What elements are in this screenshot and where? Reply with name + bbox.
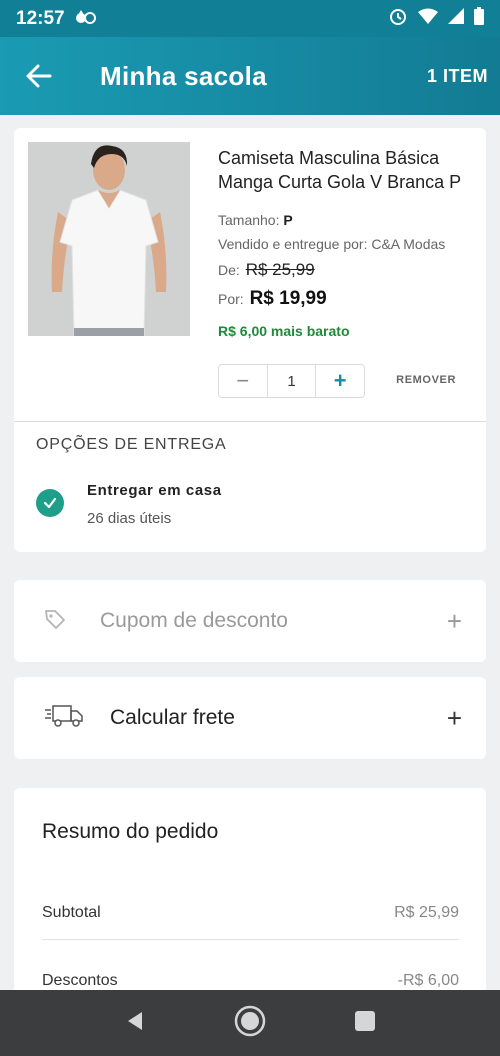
shipping-row[interactable]: Calcular frete + <box>14 677 486 759</box>
summary-label: Subtotal <box>42 904 101 921</box>
alarm-icon <box>388 6 408 31</box>
delivery-option-time: 26 dias úteis <box>87 510 172 527</box>
quantity-stepper: − 1 + <box>218 364 365 398</box>
old-price-value: R$ 25,99 <box>245 260 315 279</box>
remove-button[interactable]: REMOVER <box>396 374 456 386</box>
tag-icon <box>44 608 66 635</box>
saving-text: R$ 6,00 mais barato <box>218 323 350 339</box>
truck-icon <box>44 703 84 734</box>
wifi-icon <box>418 8 438 29</box>
nav-home-icon[interactable] <box>234 1005 266 1042</box>
app-header: Minha sacola 1 ITEM <box>0 37 500 115</box>
old-price-label: De: <box>218 262 240 278</box>
nav-back-icon[interactable] <box>124 1010 146 1037</box>
status-bar: 12:57 <box>0 0 500 37</box>
product-image[interactable] <box>28 142 190 336</box>
notification-icon <box>75 8 97 29</box>
coupon-row[interactable]: Cupom de desconto + <box>14 580 486 662</box>
decrease-quantity-button[interactable]: − <box>219 365 268 397</box>
divider <box>14 421 486 422</box>
shipping-label: Calcular frete <box>110 706 235 729</box>
increase-quantity-button[interactable]: + <box>316 365 364 397</box>
delivery-option-name[interactable]: Entregar em casa <box>87 482 222 499</box>
size-label: Tamanho: <box>218 212 280 228</box>
new-price: Por: R$ 19,99 <box>218 288 327 310</box>
calculate-shipping-icon[interactable]: + <box>447 703 462 734</box>
seller-info: Vendido e entregue por: C&A Modas <box>218 236 446 252</box>
size-line: Tamanho: P <box>218 212 293 228</box>
check-circle-icon[interactable] <box>36 489 64 517</box>
product-card: Camiseta Masculina Básica Manga Curta Go… <box>14 128 486 552</box>
quantity-value[interactable]: 1 <box>268 365 317 397</box>
status-time: 12:57 <box>16 7 65 29</box>
back-arrow-icon[interactable] <box>24 61 54 91</box>
order-summary: Resumo do pedido Subtotal R$ 25,99 Desco… <box>14 788 486 1008</box>
system-nav-bar <box>0 990 500 1056</box>
delivery-section-title: OPÇÕES DE ENTREGA <box>36 436 227 453</box>
summary-row: Descontos -R$ 6,00 <box>42 972 459 990</box>
summary-value: -R$ 6,00 <box>397 972 459 989</box>
summary-row: Subtotal R$ 25,99 <box>42 904 459 922</box>
summary-title: Resumo do pedido <box>42 820 219 843</box>
new-price-label: Por: <box>218 291 244 307</box>
page-title: Minha sacola <box>100 60 267 91</box>
battery-icon <box>474 7 484 30</box>
summary-label: Descontos <box>42 972 118 989</box>
new-price-value: R$ 19,99 <box>249 288 327 309</box>
size-value: P <box>283 212 293 228</box>
product-name[interactable]: Camiseta Masculina Básica Manga Curta Go… <box>218 146 480 194</box>
add-coupon-icon[interactable]: + <box>447 606 462 637</box>
nav-recents-icon[interactable] <box>354 1010 376 1037</box>
signal-icon <box>448 8 464 29</box>
summary-value: R$ 25,99 <box>394 904 459 921</box>
item-count: 1 ITEM <box>426 65 488 86</box>
coupon-label: Cupom de desconto <box>100 609 288 632</box>
divider <box>42 939 459 940</box>
old-price: De: R$ 25,99 <box>218 260 315 280</box>
